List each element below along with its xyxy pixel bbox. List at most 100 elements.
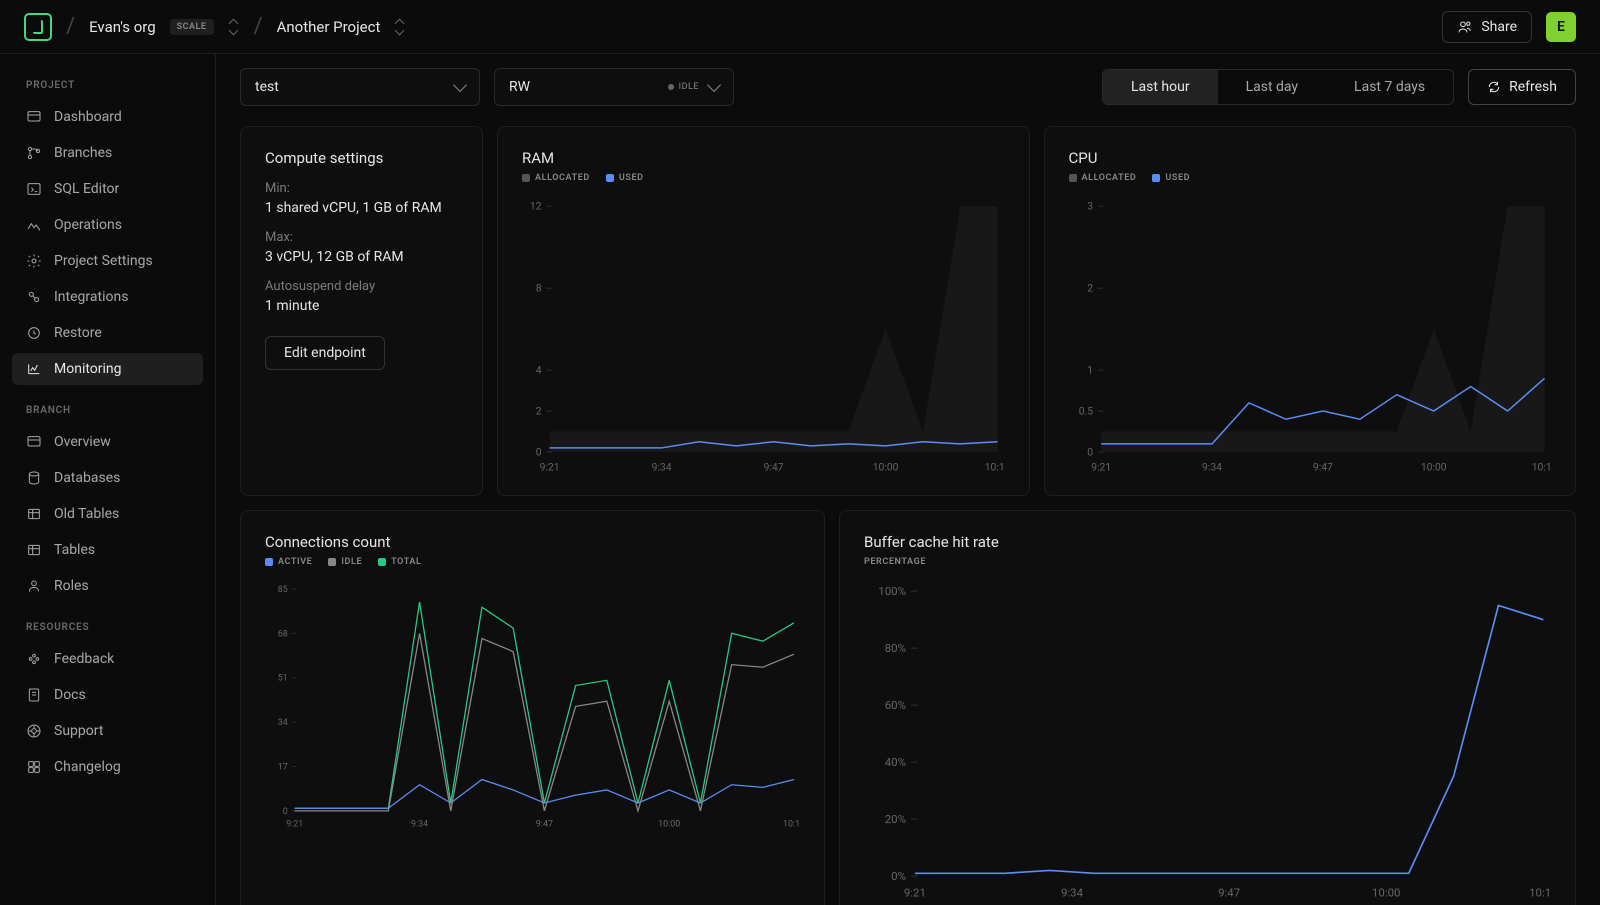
sidebar-item-integrations[interactable]: Integrations [12,281,203,313]
people-icon [1457,19,1473,35]
refresh-button[interactable]: Refresh [1468,69,1576,105]
svg-text:9:47: 9:47 [1312,460,1332,472]
sidebar-item-monitoring[interactable]: Monitoring [12,353,203,385]
sidebar-item-sql-editor[interactable]: SQL Editor [12,173,203,205]
compute-select[interactable]: RW IDLE [494,68,734,106]
compute-settings-card: Compute settings Min: 1 shared vCPU, 1 G… [240,126,483,496]
svg-text:4: 4 [536,364,542,377]
time-segment-1[interactable]: Last day [1218,70,1326,104]
svg-text:10:13: 10:13 [985,460,1005,472]
compute-autosuspend-label: Autosuspend delay [265,279,458,294]
svg-text:9:47: 9:47 [536,819,553,828]
old-tables-icon [26,506,42,522]
time-range-segments: Last hourLast dayLast 7 days [1102,69,1454,105]
monitoring-icon [26,361,42,377]
compute-autosuspend-value: 1 minute [265,298,458,314]
sidebar-item-branches[interactable]: Branches [12,137,203,169]
feedback-icon [26,651,42,667]
share-button[interactable]: Share [1442,11,1532,43]
svg-text:10:00: 10:00 [873,460,899,472]
svg-text:10:00: 10:00 [1420,460,1446,472]
support-icon [26,723,42,739]
svg-text:10:00: 10:00 [1372,885,1400,899]
sidebar-item-label: Changelog [54,759,121,775]
time-segment-2[interactable]: Last 7 days [1326,70,1453,104]
app-logo[interactable] [24,13,52,41]
compute-max-label: Max: [265,230,458,245]
sidebar-item-restore[interactable]: Restore [12,317,203,349]
svg-text:12: 12 [530,200,542,213]
sidebar-item-old-tables[interactable]: Old Tables [12,498,203,530]
svg-text:9:21: 9:21 [286,819,303,828]
legend-idle: IDLE [328,557,362,567]
share-label: Share [1481,19,1517,35]
sidebar-item-overview[interactable]: Overview [12,426,203,458]
svg-text:0: 0 [283,807,288,817]
sidebar-item-label: SQL Editor [54,181,119,197]
svg-text:9:47: 9:47 [764,460,784,472]
sidebar-item-feedback[interactable]: Feedback [12,643,203,675]
sidebar-item-project-settings[interactable]: Project Settings [12,245,203,277]
svg-text:10:13: 10:13 [1531,460,1551,472]
sidebar: PROJECT Dashboard Branches SQL Editor Operat… [0,54,216,905]
legend-active: ACTIVE [265,557,312,567]
legend-total: TOTAL [378,557,421,567]
svg-text:68: 68 [278,629,288,639]
sidebar-item-label: Monitoring [54,361,122,377]
sidebar-item-operations[interactable]: Operations [12,209,203,241]
svg-text:9:34: 9:34 [1202,460,1222,472]
status-badge: IDLE [668,82,699,92]
sidebar-item-label: Branches [54,145,112,161]
sidebar-item-databases[interactable]: Databases [12,462,203,494]
svg-text:17: 17 [278,762,288,772]
sidebar-item-label: Docs [54,687,86,703]
svg-text:9:34: 9:34 [411,819,428,828]
svg-text:85: 85 [278,585,288,595]
svg-text:3: 3 [1087,200,1093,213]
compute-min-value: 1 shared vCPU, 1 GB of RAM [265,200,458,216]
org-switch-chevron-icon[interactable] [228,19,240,35]
connections-card: Connections count ACTIVE IDLE TOTAL 0173… [240,510,825,905]
sidebar-item-dashboard[interactable]: Dashboard [12,101,203,133]
changelog-icon [26,759,42,775]
svg-text:80%: 80% [885,641,906,655]
branch-select[interactable]: test [240,68,480,106]
svg-text:9:21: 9:21 [540,460,560,472]
svg-text:10:13: 10:13 [783,819,800,828]
project-name[interactable]: Another Project [277,18,381,36]
restore-icon [26,325,42,341]
sidebar-section-label: BRANCH [12,399,203,422]
sidebar-item-support[interactable]: Support [12,715,203,747]
org-name[interactable]: Evan's org [89,18,156,36]
buffer-subtitle: PERCENTAGE [864,557,1551,567]
sidebar-item-docs[interactable]: Docs [12,679,203,711]
svg-text:40%: 40% [885,755,906,769]
svg-text:2: 2 [536,404,542,417]
svg-text:0: 0 [536,445,542,458]
svg-text:0.5: 0.5 [1078,404,1093,417]
chevron-down-icon [453,78,467,92]
project-switch-chevron-icon[interactable] [394,19,406,35]
branch-select-value: test [255,79,279,95]
svg-text:34: 34 [278,718,288,728]
project-settings-icon [26,253,42,269]
legend-used: USED [1152,173,1190,183]
svg-text:60%: 60% [885,698,906,712]
svg-text:51: 51 [278,673,288,683]
svg-text:9:34: 9:34 [1061,885,1084,899]
time-segment-0[interactable]: Last hour [1103,70,1218,104]
ram-title: RAM [522,149,1005,167]
sidebar-item-label: Project Settings [54,253,153,269]
sidebar-item-tables[interactable]: Tables [12,534,203,566]
sidebar-item-roles[interactable]: Roles [12,570,203,602]
avatar[interactable]: E [1546,12,1576,42]
edit-endpoint-button[interactable]: Edit endpoint [265,336,385,370]
ram-card: RAM ALLOCATED USED 0248129:219:349:4710:… [497,126,1030,496]
sidebar-item-label: Integrations [54,289,128,305]
sidebar-item-changelog[interactable]: Changelog [12,751,203,783]
sidebar-item-label: Old Tables [54,506,119,522]
svg-text:0: 0 [1087,445,1093,458]
sidebar-section-label: PROJECT [12,74,203,97]
databases-icon [26,470,42,486]
svg-text:1: 1 [1087,364,1093,377]
